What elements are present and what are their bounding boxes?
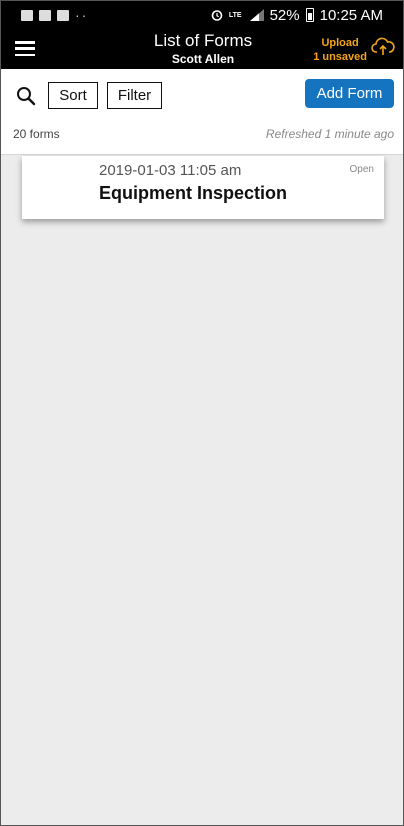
form-date: 2019-01-03 11:05 am xyxy=(99,162,242,179)
forms-list: 2019-01-03 11:05 am Open Equipment Inspe… xyxy=(1,156,403,825)
form-count: 20 forms xyxy=(13,127,60,141)
unsaved-count: 1 unsaved xyxy=(313,51,367,63)
gallery-icon xyxy=(21,9,33,21)
mail-icon xyxy=(57,9,69,21)
list-item[interactable]: 2019-01-03 11:05 am Open Equipment Inspe… xyxy=(22,156,384,219)
list-toolbar: Sort Filter Add Form 20 forms Refreshed … xyxy=(1,69,403,155)
cloud-upload-icon[interactable] xyxy=(371,36,395,56)
alarm-icon xyxy=(211,10,223,21)
upload-label: Upload xyxy=(321,37,359,49)
battery-percent: 52% xyxy=(269,6,300,24)
app-frame: ·· LTE 52% 10:25 AM List of Forms Scott … xyxy=(0,0,404,826)
more-dots-icon: ·· xyxy=(75,7,89,23)
app-bar: List of Forms Scott Allen Upload 1 unsav… xyxy=(1,29,403,69)
search-icon[interactable] xyxy=(16,86,36,106)
status-bar-right: LTE 52% 10:25 AM xyxy=(211,7,383,24)
refreshed-status: Refreshed 1 minute ago xyxy=(265,127,394,141)
status-bar-left: ·· xyxy=(21,7,88,23)
battery-icon xyxy=(305,8,314,22)
sort-button[interactable]: Sort xyxy=(48,82,98,109)
add-form-button[interactable]: Add Form xyxy=(305,79,394,108)
filter-button[interactable]: Filter xyxy=(107,82,162,109)
signal-icon xyxy=(249,9,264,21)
network-type: LTE xyxy=(228,11,242,19)
form-title: Equipment Inspection xyxy=(99,183,288,203)
outlook-icon xyxy=(39,9,51,21)
clock: 10:25 AM xyxy=(319,6,383,24)
upload-button[interactable]: Upload 1 unsaved xyxy=(313,36,367,64)
status-badge: Open xyxy=(349,164,374,175)
status-bar: ·· LTE 52% 10:25 AM xyxy=(1,1,403,29)
